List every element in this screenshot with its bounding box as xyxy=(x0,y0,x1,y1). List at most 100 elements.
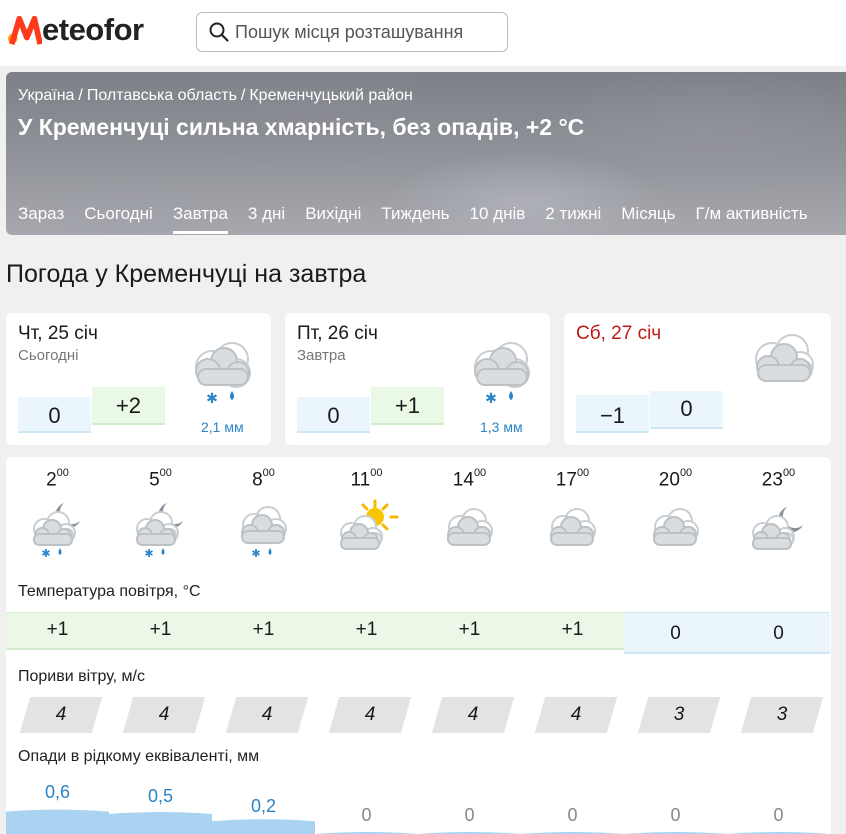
hourly-forecast: 200 ✱ 500 ✱ 800 ✱ 1100 1400 1700 2000 2300 Темпера… xyxy=(6,457,831,834)
day-precip: 1,3 мм xyxy=(480,419,523,435)
precip-value: 0,6 xyxy=(44,782,71,802)
hour-minutes: 00 xyxy=(679,467,693,479)
hour-value: 5 xyxy=(149,469,160,491)
hour-label: 200 xyxy=(6,467,109,491)
cloud-icon xyxy=(446,508,493,547)
day-temp-min: −1 xyxy=(576,395,649,433)
gust-value: 4 xyxy=(570,704,582,725)
day-date: Чт, 25 січ xyxy=(18,323,98,344)
current-weather-title: У Кременчуці сильна хмарність, без опаді… xyxy=(18,114,585,140)
tab-now[interactable]: Зараз xyxy=(18,204,64,235)
svg-text:✱: ✱ xyxy=(41,547,50,560)
gust-cell: 4 xyxy=(328,697,412,733)
hour-label: 1100 xyxy=(315,467,418,491)
gust-cell: 4 xyxy=(225,697,309,733)
hour-label: 1700 xyxy=(521,467,624,491)
gust-value: 4 xyxy=(55,704,67,725)
temp-cell: +1 xyxy=(315,612,418,650)
hour-minutes: 00 xyxy=(473,467,487,479)
gust-row-label: Пориви вітру, м/с xyxy=(18,668,145,685)
hour-label: 2300 xyxy=(727,467,830,491)
search-box[interactable] xyxy=(196,12,508,52)
day-date: Сб, 27 січ xyxy=(576,323,662,344)
gust-value: 3 xyxy=(776,704,788,725)
precip-value: 0,2 xyxy=(250,796,277,816)
hour-column: 2000 xyxy=(624,467,727,566)
gust-cell: 4 xyxy=(534,697,618,733)
breadcrumb-district[interactable]: Кременчуцький район xyxy=(249,87,412,104)
tab-today[interactable]: Сьогодні xyxy=(84,204,153,235)
tab-10-days[interactable]: 10 днів xyxy=(470,204,526,235)
breadcrumb-separator: / xyxy=(240,87,246,104)
search-icon xyxy=(209,22,229,42)
temp-cell: 0 xyxy=(624,612,727,654)
gust-value: 4 xyxy=(158,704,170,725)
day-card-today[interactable]: Чт, 25 січ Сьогодні 0 +2 ✱ 2,1 мм xyxy=(6,313,271,445)
hour-minutes: 00 xyxy=(782,467,796,479)
tab-tomorrow[interactable]: Завтра xyxy=(172,204,229,235)
tab-geomagnetic[interactable]: Г/м активність xyxy=(696,204,808,235)
tab-week[interactable]: Тиждень xyxy=(381,204,449,235)
day-label: Сьогодні xyxy=(18,347,79,364)
svg-text:✱: ✱ xyxy=(206,391,218,407)
hour-label: 500 xyxy=(109,467,212,491)
gust-cell: 3 xyxy=(740,697,824,733)
temp-row: +1 +1 +1 +1 +1 +1 0 0 xyxy=(6,612,831,654)
hour-minutes: 00 xyxy=(370,467,383,479)
gust-value: 4 xyxy=(364,704,376,725)
tab-3-days[interactable]: 3 дні xyxy=(248,204,285,235)
sun-cloud-icon xyxy=(339,499,398,551)
day-temp-max: 0 xyxy=(650,391,723,429)
hour-value: 11 xyxy=(350,469,371,491)
hour-value: 17 xyxy=(555,469,577,491)
day-temp-min: 0 xyxy=(18,397,91,433)
cloud-snow-rain-icon: ✱ xyxy=(240,506,287,560)
temp-cell: +1 xyxy=(212,612,315,650)
hour-column: 500 ✱ xyxy=(109,467,212,566)
hour-column: 1400 xyxy=(418,467,521,566)
night-cloud-icon xyxy=(751,507,803,551)
day-temp-max: +2 xyxy=(92,387,165,425)
tab-2-weeks[interactable]: 2 тижні xyxy=(545,204,601,235)
search-input[interactable] xyxy=(235,21,495,43)
hour-label: 1400 xyxy=(418,467,521,491)
breadcrumb: Україна / Полтавська область / Кременчуцький… xyxy=(18,87,413,105)
temp-row-label: Температура повітря, °C xyxy=(18,583,201,600)
tab-month[interactable]: Місяць xyxy=(621,204,675,235)
hour-minutes: 00 xyxy=(262,467,275,479)
svg-text:✱: ✱ xyxy=(485,391,497,407)
temp-cell: +1 xyxy=(109,612,212,650)
day-temp-max: +1 xyxy=(371,387,444,425)
logo[interactable]: eteofor xyxy=(8,12,144,48)
hour-column: 1100 xyxy=(315,467,418,566)
night-cloud-snow-rain-icon: ✱ xyxy=(32,503,80,560)
top-bar: eteofor xyxy=(0,0,846,66)
hour-value: 14 xyxy=(452,469,474,491)
cloud-snow-rain-icon: ✱ xyxy=(195,342,251,407)
hour-column: 800 ✱ xyxy=(212,467,315,566)
tab-weekend[interactable]: Вихідні xyxy=(305,204,361,235)
cloud-icon xyxy=(755,334,814,382)
gust-cell: 4 xyxy=(19,697,103,733)
hour-label: 2000 xyxy=(624,467,727,491)
hour-minutes: 00 xyxy=(56,467,69,479)
cloud-snow-rain-icon: ✱ xyxy=(474,342,530,407)
hour-column: 200 ✱ xyxy=(6,467,109,566)
day-card-tomorrow[interactable]: Пт, 26 січ Завтра 0 +1 ✱ 1,3 мм xyxy=(285,313,550,445)
breadcrumb-separator: / xyxy=(78,87,83,104)
cloud-icon xyxy=(652,508,699,547)
day-temp-min: 0 xyxy=(297,397,370,433)
temp-cell: +1 xyxy=(6,612,109,650)
svg-text:✱: ✱ xyxy=(144,547,153,560)
temp-cell: 0 xyxy=(727,612,830,654)
day-label: Завтра xyxy=(297,347,346,364)
hour-column: 1700 xyxy=(521,467,624,566)
precip-value: 0 xyxy=(670,805,681,825)
day-precip: 2,1 мм xyxy=(201,419,244,435)
gust-value: 3 xyxy=(673,704,685,725)
breadcrumb-region[interactable]: Полтавська область xyxy=(87,87,237,104)
precip-row-label: Опади в рідкому еквіваленті, мм xyxy=(18,748,260,765)
breadcrumb-country[interactable]: Україна xyxy=(18,87,74,104)
precip-value: 0 xyxy=(773,805,784,825)
day-card-saturday[interactable]: Сб, 27 січ −1 0 xyxy=(564,313,831,445)
